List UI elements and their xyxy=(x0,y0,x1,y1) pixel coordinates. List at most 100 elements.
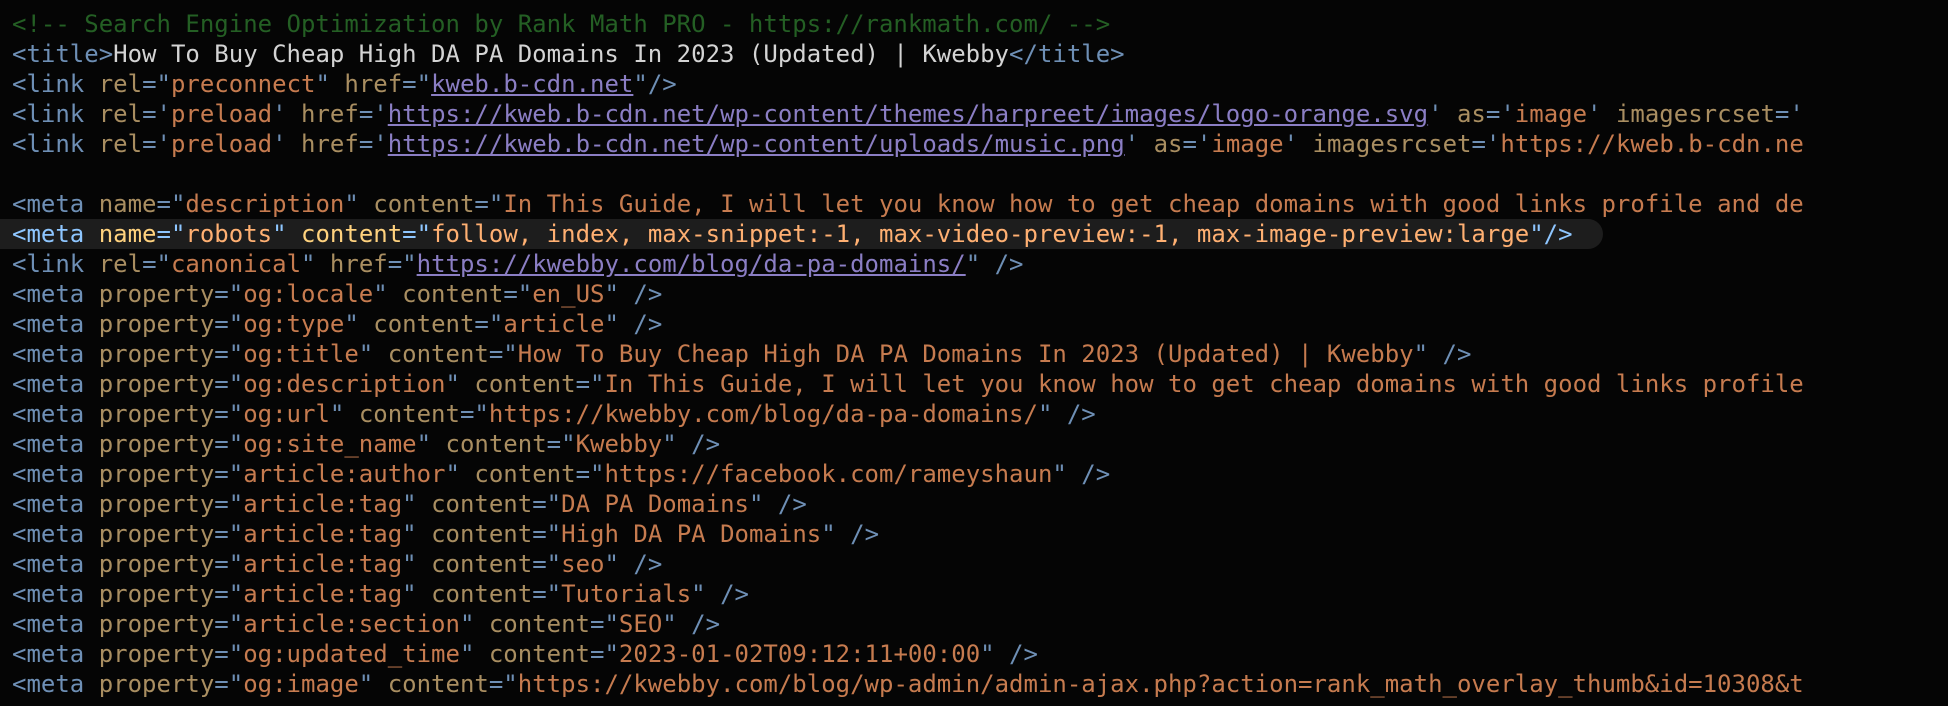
code-tag-token: " xyxy=(402,520,432,548)
code-tag-token: =" xyxy=(402,220,432,248)
code-tag-token: " xyxy=(272,220,302,248)
code-attribute-name: rel xyxy=(98,130,143,158)
code-tag-token: =" xyxy=(532,580,562,608)
code-attribute-value: og:locale xyxy=(243,280,374,308)
code-tag-token: ' xyxy=(272,130,302,158)
code-line: <meta property="og:description" content=… xyxy=(0,369,1804,399)
code-attribute-name: href xyxy=(329,250,388,278)
code-line: <link rel='preload' href='https://kweb.b… xyxy=(0,129,1804,159)
code-attribute-value: Kwebby xyxy=(575,430,663,458)
code-line: <title>How To Buy Cheap High DA PA Domai… xyxy=(0,39,1125,69)
code-attribute-name: property xyxy=(98,610,215,638)
code-tag-token: <link xyxy=(12,70,99,98)
code-tag-token: " xyxy=(416,430,446,458)
code-link[interactable]: https://kweb.b-cdn.net/wp-content/upload… xyxy=(388,130,1125,158)
code-attribute-value: image xyxy=(1514,100,1588,128)
code-tag-token: =" xyxy=(488,670,518,698)
code-line: <link rel="preconnect" href="kweb.b-cdn.… xyxy=(0,69,677,99)
code-link[interactable]: https://kwebby.com/blog/da-pa-domains/ xyxy=(417,250,966,278)
code-tag-token: =" xyxy=(214,490,244,518)
code-tag-token: ' xyxy=(1428,100,1457,128)
code-attribute-value: article:tag xyxy=(243,490,403,518)
code-tag-token: "/> xyxy=(633,70,677,98)
code-attribute-value: og:type xyxy=(243,310,345,338)
code-attribute-value: og:site_name xyxy=(243,430,417,458)
code-attribute-value: og:updated_time xyxy=(243,640,460,668)
code-attribute-value: https://kweb.b-cdn.ne xyxy=(1500,130,1804,158)
code-attribute-name: content xyxy=(402,280,504,308)
code-tag-token: " /> xyxy=(1037,400,1096,428)
code-attribute-name: property xyxy=(98,340,215,368)
code-link[interactable]: https://kweb.b-cdn.net/wp-content/themes… xyxy=(388,100,1428,128)
code-attribute-value: https://kwebby.com/blog/wp-admin/admin-a… xyxy=(517,670,1804,698)
code-tag-token: =" xyxy=(532,490,562,518)
code-tag-token: " /> xyxy=(821,520,880,548)
code-attribute-name: property xyxy=(98,490,215,518)
code-attribute-name: imagesrcset xyxy=(1312,130,1472,158)
code-tag-token: " xyxy=(402,550,432,578)
code-tag-token: =" xyxy=(387,250,417,278)
code-tag-token: =" xyxy=(214,280,244,308)
code-attribute-value: https://kwebby.com/blog/da-pa-domains/ xyxy=(488,400,1038,428)
code-tag-token: " xyxy=(445,460,475,488)
code-line: <meta property="article:author" content=… xyxy=(0,459,1110,489)
code-tag-token: =" xyxy=(214,670,244,698)
code-tag-token: =" xyxy=(532,520,562,548)
code-tag-token: "/> xyxy=(1529,220,1573,248)
code-tag-token: ' xyxy=(1124,130,1154,158)
code-link[interactable]: kweb.b-cdn.net xyxy=(431,70,633,98)
code-attribute-name: property xyxy=(98,310,215,338)
code-tag-token: <meta xyxy=(12,550,99,578)
code-attribute-value: follow, index, max-snippet:-1, max-video… xyxy=(431,220,1530,248)
code-attribute-value: article:tag xyxy=(243,550,403,578)
code-attribute-name: property xyxy=(98,280,215,308)
code-tag-token: <meta xyxy=(12,520,99,548)
code-tag-token: =" xyxy=(402,70,432,98)
code-attribute-name: content xyxy=(445,430,547,458)
code-tag-token: =" xyxy=(474,190,504,218)
code-tag-token: =" xyxy=(474,310,504,338)
code-line: <meta name="description" content="In Thi… xyxy=(0,189,1804,219)
code-tag-token: " xyxy=(402,580,432,608)
code-line: <meta property="og:url" content="https:/… xyxy=(0,399,1096,429)
code-tag-token: <meta xyxy=(12,670,99,698)
code-attribute-name: property xyxy=(98,430,215,458)
code-attribute-name: property xyxy=(98,400,215,428)
code-tag-token: <meta xyxy=(12,310,99,338)
code-tag-token: =" xyxy=(214,580,244,608)
code-attribute-name: content xyxy=(431,490,533,518)
code-attribute-value: preconnect xyxy=(170,70,316,98)
code-tag-token: <meta xyxy=(12,400,99,428)
code-tag-token: <link xyxy=(12,100,99,128)
code-attribute-name: rel xyxy=(98,100,143,128)
code-tag-token: <meta xyxy=(12,370,99,398)
code-attribute-name: content xyxy=(474,370,576,398)
code-attribute-value: og:image xyxy=(243,670,359,698)
code-tag-token: <meta xyxy=(12,220,99,248)
code-attribute-name: content xyxy=(431,580,533,608)
code-tag-token: " xyxy=(402,490,432,518)
code-tag-token: =' xyxy=(358,130,388,158)
code-tag-token: =' xyxy=(142,130,171,158)
code-line: <meta property="og:site_name" content="K… xyxy=(0,429,720,459)
code-tag-token: ' xyxy=(272,100,302,128)
code-attribute-name: href xyxy=(344,70,403,98)
code-line: <meta property="og:locale" content="en_U… xyxy=(0,279,662,309)
code-tag-token: =' xyxy=(142,100,171,128)
code-tag-token: =" xyxy=(214,370,244,398)
code-attribute-name: property xyxy=(98,640,215,668)
code-attribute-name: content xyxy=(488,610,591,638)
code-attribute-name: content xyxy=(474,460,576,488)
code-attribute-name: rel xyxy=(98,250,143,278)
code-line: <meta property="article:section" content… xyxy=(0,609,720,639)
code-line: <meta property="article:tag" content="Tu… xyxy=(0,579,749,609)
code-tag-token: </title> xyxy=(1009,40,1125,68)
code-attribute-name: content xyxy=(431,520,533,548)
code-attribute-value: robots xyxy=(185,220,273,248)
code-line: <meta property="article:tag" content="Hi… xyxy=(0,519,879,549)
code-tag-token: " /> xyxy=(965,250,1024,278)
code-tag-token: <meta xyxy=(12,280,99,308)
code-tag-token: =" xyxy=(546,430,576,458)
code-tag-token: =" xyxy=(532,550,562,578)
